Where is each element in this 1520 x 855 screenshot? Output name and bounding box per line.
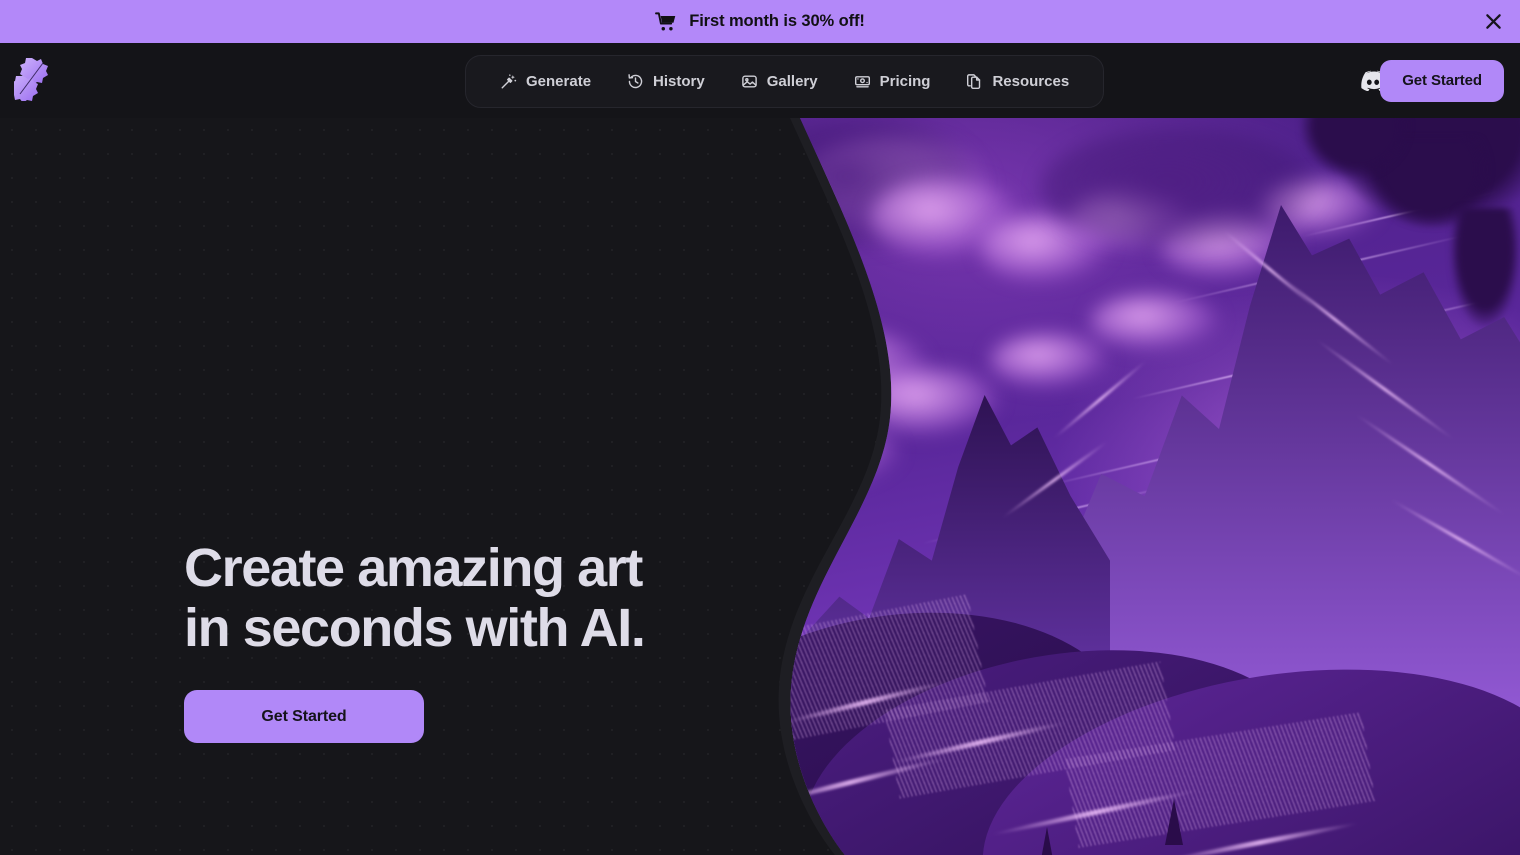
promo-banner: First month is 30% off! xyxy=(0,0,1520,43)
hero-title: Create amazing art in seconds with AI. xyxy=(184,538,646,658)
hero-get-started-button[interactable]: Get Started xyxy=(184,690,424,743)
hero-artwork xyxy=(740,118,1520,855)
main-navigation: Generate History Gallery Pricing Resourc… xyxy=(465,55,1105,108)
magic-wand-icon xyxy=(501,74,517,89)
nav-label-history: History xyxy=(653,73,705,90)
close-icon xyxy=(1485,14,1501,29)
header-get-started-button[interactable]: Get Started xyxy=(1380,59,1504,102)
nav-item-resources[interactable]: Resources xyxy=(952,65,1083,98)
nav-label-gallery: Gallery xyxy=(766,73,818,90)
artwork-canvas xyxy=(740,118,1520,855)
hero-copy: Create amazing art in seconds with AI. G… xyxy=(184,538,744,743)
nav-item-pricing[interactable]: Pricing xyxy=(840,65,945,98)
promo-text: First month is 30% off! xyxy=(689,12,865,30)
site-header: Generate History Gallery Pricing Resourc… xyxy=(0,43,1520,118)
nav-item-gallery[interactable]: Gallery xyxy=(727,65,832,98)
nav-item-history[interactable]: History xyxy=(613,65,719,98)
shopping-cart-icon xyxy=(655,11,677,32)
promo-content: First month is 30% off! xyxy=(655,11,865,32)
banknote-icon xyxy=(854,76,870,88)
nav-label-pricing: Pricing xyxy=(879,73,931,90)
image-icon xyxy=(741,75,757,88)
nav-item-generate[interactable]: Generate xyxy=(486,65,605,98)
hero-section: Create amazing art in seconds with AI. G… xyxy=(0,118,1520,855)
clock-history-icon xyxy=(628,74,643,89)
artwork-foreground xyxy=(740,118,1520,855)
documents-icon xyxy=(967,74,981,90)
brand-logo-icon xyxy=(10,58,48,103)
nav-label-resources: Resources xyxy=(992,73,1070,90)
brand-logo[interactable] xyxy=(10,57,48,103)
artwork-pine-tree xyxy=(1165,799,1183,845)
nav-label-generate: Generate xyxy=(526,73,592,90)
promo-close-button[interactable] xyxy=(1476,5,1510,39)
page-root: First month is 30% off! Generate History… xyxy=(0,0,1520,855)
